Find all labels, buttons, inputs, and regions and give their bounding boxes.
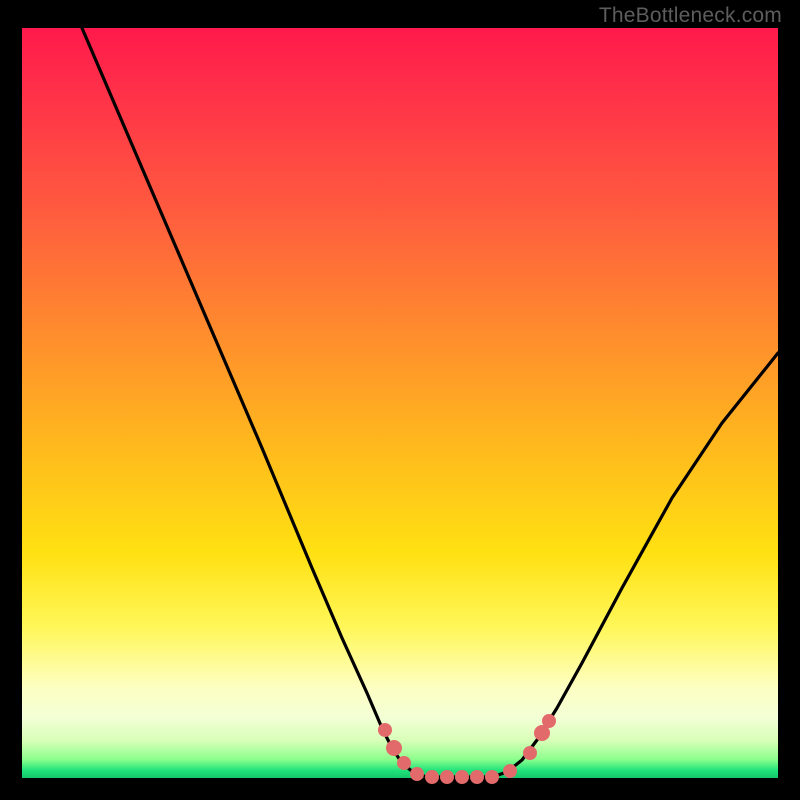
curve-marker	[523, 746, 537, 760]
curve-marker	[485, 770, 499, 784]
curve-marker	[455, 770, 469, 784]
curve-marker	[503, 764, 517, 778]
curve-markers	[378, 714, 556, 784]
curve-marker	[397, 756, 411, 770]
curve-marker	[470, 770, 484, 784]
chart-frame: TheBottleneck.com	[0, 0, 800, 800]
curve-marker	[410, 767, 424, 781]
bottleneck-curve	[22, 28, 778, 778]
curve-marker	[378, 723, 392, 737]
curve-marker	[542, 714, 556, 728]
curve-marker	[425, 770, 439, 784]
curve-marker	[386, 740, 402, 756]
curve-marker	[440, 770, 454, 784]
plot-area	[22, 28, 778, 778]
watermark-text: TheBottleneck.com	[599, 4, 782, 28]
curve-path	[82, 28, 778, 777]
